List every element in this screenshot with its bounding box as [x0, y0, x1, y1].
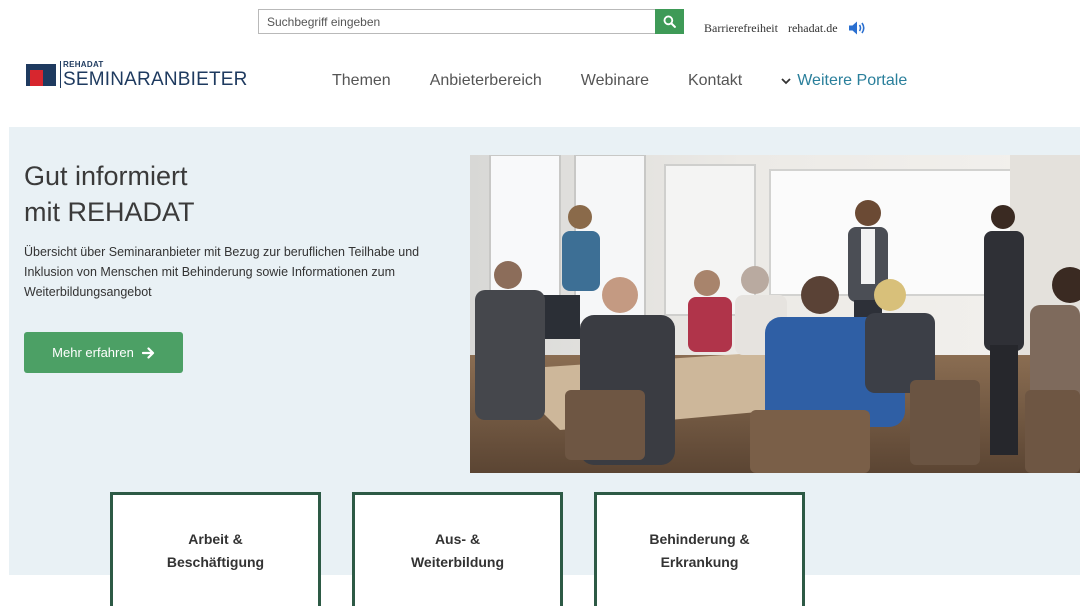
search-input[interactable] [258, 9, 655, 34]
topic-card-ausbildung[interactable]: Aus- & Weiterbildung [352, 492, 563, 606]
card-label-line1: Behinderung & [649, 531, 750, 547]
search-bar [258, 9, 684, 34]
logo-mark [26, 60, 60, 87]
logo[interactable]: REHADAT SEMINARANBIETER [26, 60, 248, 90]
topic-card-arbeit[interactable]: Arbeit & Beschäftigung [110, 492, 321, 606]
rehadat-link[interactable]: rehadat.de [788, 21, 838, 36]
card-label-line2: Erkrankung [660, 554, 739, 570]
utility-links: Barrierefreiheit rehadat.de [704, 20, 868, 36]
hero-title: Gut informiert mit REHADAT [24, 161, 195, 227]
logo-big-text: SEMINARANBIETER [63, 69, 248, 90]
main-nav: Themen Anbieterbereich Webinare Kontakt … [332, 72, 907, 90]
hero-description: Übersicht über Seminaranbieter mit Bezug… [24, 245, 420, 299]
nav-item-themen[interactable]: Themen [332, 72, 391, 90]
nav-item-kontakt[interactable]: Kontakt [688, 72, 742, 90]
nav-item-anbieterbereich[interactable]: Anbieterbereich [430, 72, 542, 90]
hero-photo [470, 155, 1080, 473]
nav-item-webinare[interactable]: Webinare [581, 72, 649, 90]
card-label: Arbeit & Beschäftigung [166, 531, 265, 570]
nav-more-label: Weitere Portale [797, 72, 908, 89]
topic-card-behinderung[interactable]: Behinderung & Erkrankung [594, 492, 805, 606]
chevron-down-icon [781, 77, 791, 84]
accessibility-link[interactable]: Barrierefreiheit [704, 21, 778, 36]
seminar-photo [470, 155, 1080, 473]
card-label: Aus- & Weiterbildung [410, 531, 505, 570]
search-icon [663, 15, 676, 28]
mehr-erfahren-button[interactable]: Mehr erfahren [24, 332, 183, 373]
cta-label: Mehr erfahren [52, 345, 134, 360]
speaker-icon[interactable] [848, 20, 868, 36]
search-button[interactable] [655, 9, 684, 34]
nav-item-weitere-portale[interactable]: Weitere Portale [781, 72, 907, 90]
logo-small-text: REHADAT [63, 60, 104, 69]
arrow-right-icon [141, 346, 154, 359]
